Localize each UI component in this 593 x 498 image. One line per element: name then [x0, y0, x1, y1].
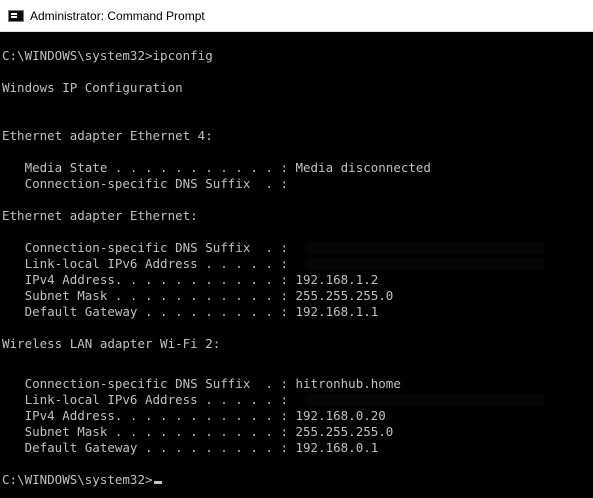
window-title: Administrator: Command Prompt [30, 8, 205, 23]
redacted-value [308, 241, 544, 255]
cmd-app-icon [8, 9, 24, 22]
prompt-line[interactable]: C:\WINDOWS\system32> [2, 472, 162, 488]
title-bar[interactable]: Administrator: Command Prompt [0, 0, 593, 32]
console-line: Link-local IPv6 Address . . . . . : [2, 392, 288, 407]
console-line: C:\WINDOWS\system32>ipconfig [2, 48, 213, 63]
prompt-text: C:\WINDOWS\system32> [2, 472, 153, 487]
console-line: Windows IP Configuration [2, 80, 183, 95]
console-line: IPv4 Address. . . . . . . . . . . : 192.… [2, 272, 379, 287]
console-line: Default Gateway . . . . . . . . . : 192.… [2, 440, 379, 455]
console-line: Subnet Mask . . . . . . . . . . . : 255.… [2, 288, 394, 303]
console-line: Media State . . . . . . . . . . . : Medi… [2, 160, 431, 175]
console-line: IPv4 Address. . . . . . . . . . . : 192.… [2, 408, 386, 423]
console-line: Connection-specific DNS Suffix . : hitro… [2, 376, 401, 391]
console-line: Link-local IPv6 Address . . . . . : [2, 256, 288, 271]
console-line: Wireless LAN adapter Wi-Fi 2: [2, 336, 221, 351]
console-line: Connection-specific DNS Suffix . : [2, 240, 288, 255]
command-prompt-window: Administrator: Command Prompt C:\WINDOWS… [0, 0, 593, 498]
redacted-value [308, 257, 544, 271]
console-line: Ethernet adapter Ethernet 4: [2, 128, 213, 143]
text-cursor [153, 481, 162, 484]
console-line: Default Gateway . . . . . . . . . : 192.… [2, 304, 379, 319]
redacted-value [308, 393, 544, 407]
console-line: Connection-specific DNS Suffix . : [2, 176, 288, 191]
console-output[interactable]: C:\WINDOWS\system32>ipconfig Windows IP … [0, 32, 593, 498]
console-line: Subnet Mask . . . . . . . . . . . : 255.… [2, 424, 394, 439]
console-line: Ethernet adapter Ethernet: [2, 208, 198, 223]
